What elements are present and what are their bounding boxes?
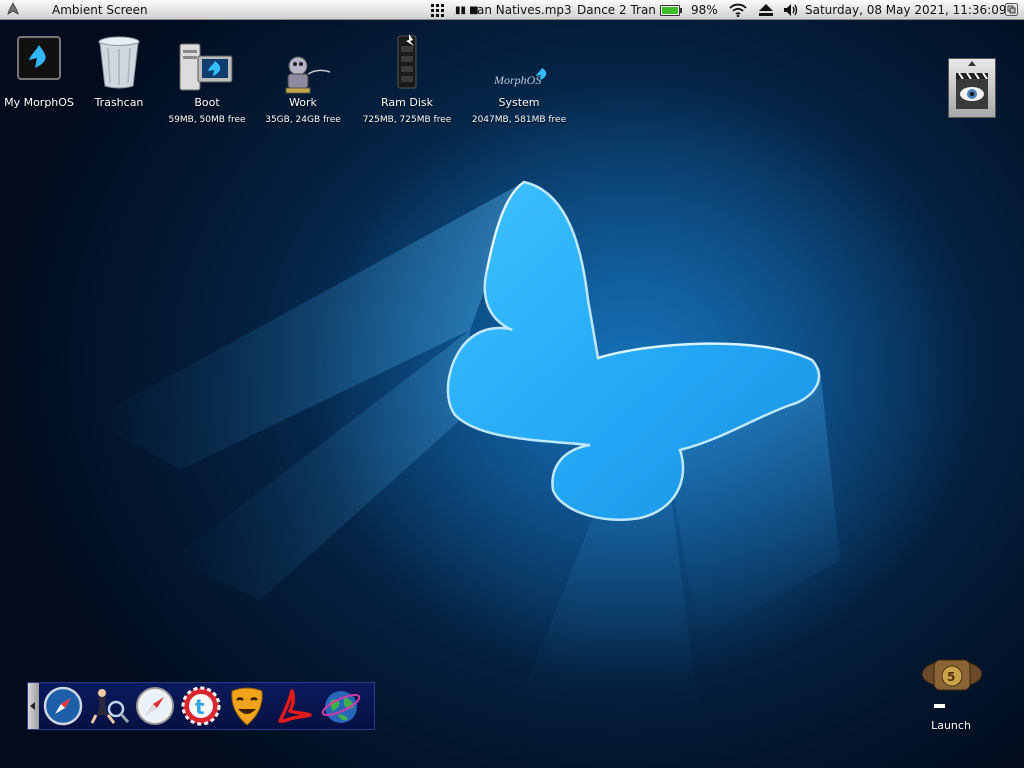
- trashcan-label: Trashcan: [94, 96, 144, 109]
- ram-disk-icon: [397, 34, 417, 89]
- app-grid-icon[interactable]: [431, 4, 444, 17]
- dock-bar: t: [27, 682, 375, 730]
- radio-station[interactable]: Dance 2 Tran: [577, 2, 656, 18]
- svg-text:t: t: [195, 695, 205, 719]
- pdf-reader-icon[interactable]: [272, 685, 314, 727]
- boot-capacity: 59MB, 50MB free: [168, 115, 246, 125]
- svg-text:MorphOS: MorphOS: [493, 73, 541, 87]
- iconify-eye-icon: [956, 61, 988, 109]
- my-morphos-label: My MorphOS: [4, 96, 74, 109]
- system-drive-icon: MorphOS: [493, 68, 547, 87]
- butterfly-wallpaper: [90, 80, 970, 720]
- screen-title[interactable]: Ambient Screen: [52, 2, 148, 18]
- launch-icon: 5: [921, 659, 983, 708]
- eject-icon[interactable]: [759, 4, 773, 20]
- dock-handle[interactable]: [28, 683, 39, 729]
- launch-label: Launch: [931, 719, 971, 732]
- svg-text:5: 5: [947, 670, 955, 684]
- my-morphos-icon: [17, 36, 61, 80]
- pinup-search-icon[interactable]: [88, 685, 130, 727]
- boot-drive-icon: [179, 43, 233, 91]
- system-label: System: [498, 96, 540, 109]
- twitter-icon[interactable]: t: [180, 685, 222, 727]
- ram-disk-label: Ram Disk: [381, 96, 433, 109]
- work-drive-icon: [285, 56, 331, 94]
- battery-icon[interactable]: [660, 5, 682, 16]
- media-controls[interactable]: ▮▮ ■: [455, 3, 479, 19]
- iconified-window[interactable]: [948, 58, 996, 118]
- work-capacity: 35GB, 24GB free: [265, 115, 341, 125]
- ram-disk-capacity: 725MB, 725MB free: [362, 115, 452, 125]
- screen-depth-icon[interactable]: [1005, 3, 1018, 20]
- trashcan-icon: [98, 36, 140, 89]
- safari-icon[interactable]: [134, 685, 176, 727]
- wifi-icon[interactable]: [729, 3, 747, 21]
- theater-mask-icon[interactable]: [226, 685, 268, 727]
- now-playing-title[interactable]: an Natives.mp3: [477, 2, 572, 18]
- morphos-logo-icon[interactable]: [6, 1, 20, 21]
- boot-label: Boot: [194, 96, 220, 109]
- battery-percent: 98%: [691, 3, 718, 17]
- work-label: Work: [289, 96, 317, 109]
- compass-browser-icon[interactable]: [42, 685, 84, 727]
- speaker-icon[interactable]: [783, 3, 799, 21]
- top-menu-bar: Ambient Screen ▮▮ ■ an Natives.mp3 Dance…: [0, 0, 1024, 20]
- system-capacity: 2047MB, 581MB free: [471, 115, 567, 125]
- globe-icon[interactable]: [320, 685, 362, 727]
- clock[interactable]: Saturday, 08 May 2021, 11:36:09: [805, 2, 1006, 18]
